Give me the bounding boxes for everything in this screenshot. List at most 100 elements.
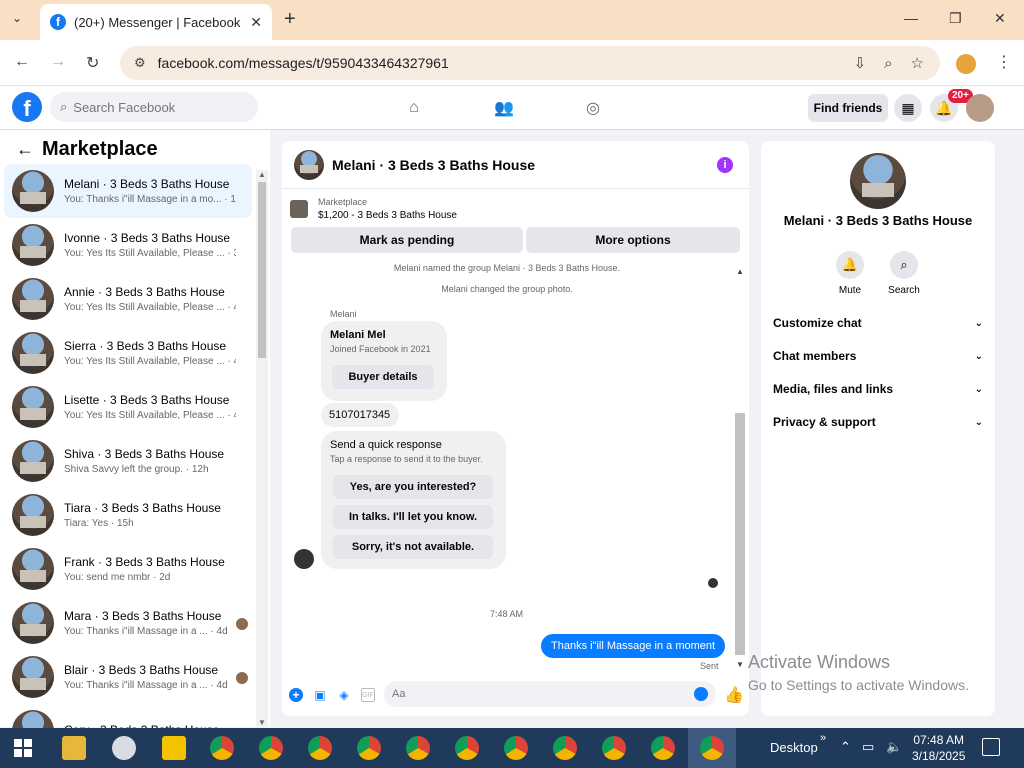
app-icon[interactable] [112,736,136,760]
chrome-icon[interactable] [357,736,381,760]
browser-tab-messenger[interactable]: f (20+) Messenger | Facebook ✕ [40,4,272,40]
conversation-preview: You: Thanks i"ill Massage in a ... · 4d [64,680,228,691]
sticker-icon[interactable]: ◈ [337,688,351,702]
menu-grid-icon[interactable]: ▦ [894,94,922,122]
conversation-item[interactable]: Ivonne · 3 Beds 3 Baths House You: Yes It… [4,218,252,272]
chat-members-section[interactable]: Chat members ⌄ [773,345,983,367]
conversation-item[interactable]: Frank · 3 Beds 3 Baths House You: send me… [4,542,252,596]
chat-scroll-down-icon[interactable]: ▼ [736,660,744,669]
profile-avatar-icon[interactable] [956,54,976,74]
more-options-button[interactable]: More options [526,227,740,253]
mark-as-pending-button[interactable]: Mark as pending [291,227,523,253]
close-window-icon[interactable]: ✕ [994,10,1006,27]
sender-avatar [294,549,314,569]
gif-icon[interactable]: GIF [361,688,375,702]
chrome-icon[interactable] [553,736,577,760]
plus-icon[interactable]: + [289,688,303,702]
hidden-icons-chevron-icon[interactable]: ⌃ [840,739,851,755]
conversation-item[interactable]: Sierra · 3 Beds 3 Baths House You: Yes It… [4,326,252,380]
thumbs-up-icon[interactable]: 👍 [724,685,744,705]
chat-scrollbar[interactable]: ▲ ▼ [733,265,747,669]
conversation-scrollbar[interactable]: ▲ ▼ [256,170,268,727]
chrome-icon[interactable] [504,736,528,760]
chrome-icon[interactable] [602,736,626,760]
message-input-box[interactable] [384,681,716,707]
conversation-avatar [12,170,54,212]
conversation-item[interactable]: Blair · 3 Beds 3 Baths House You: Thanks … [4,650,252,704]
home-icon[interactable]: ⌂ [402,96,426,120]
active-taskbar-item[interactable] [688,728,736,768]
file-explorer-icon[interactable] [62,736,86,760]
forward-icon[interactable]: → [50,53,66,71]
chrome-icon[interactable] [259,736,283,760]
tab-search-chevron-icon[interactable]: ⌄ [12,11,22,25]
chrome-icon[interactable] [406,736,430,760]
find-friends-button[interactable]: Find friends [808,94,888,122]
notification-center-icon[interactable] [982,738,1000,756]
message-input[interactable] [392,688,682,700]
sticky-notes-icon[interactable] [162,736,186,760]
marketplace-title: Marketplace [42,138,158,160]
toolbar-expand-icon[interactable]: » [820,732,826,744]
close-tab-icon[interactable]: ✕ [250,14,262,31]
chat-scroll-up-icon[interactable]: ▲ [736,267,744,276]
seen-avatar [236,618,248,630]
minimize-icon[interactable]: — [904,10,918,26]
customize-chat-section[interactable]: Customize chat ⌄ [773,312,983,334]
browser-menu-icon[interactable]: ⋮ [996,52,1012,72]
quick-response-interested[interactable]: Yes, are you interested? [333,475,493,499]
chat-scrollbar-thumb[interactable] [735,413,745,655]
search-chat-button[interactable]: ⌕ Search [879,251,929,296]
address-bar[interactable]: ⚙ facebook.com/messages/t/95904334643279… [120,46,940,80]
buyer-details-button[interactable]: Buyer details [332,365,434,389]
install-app-icon[interactable]: ⇩ [854,54,867,72]
chat-avatar[interactable] [294,149,324,180]
clock[interactable]: 07:48 AM 3/18/2025 [912,732,965,764]
chrome-icon[interactable] [308,736,332,760]
photo-icon[interactable]: ▣ [313,688,327,702]
desktop-toolbar-label[interactable]: Desktop [770,740,818,755]
conversation-item[interactable]: Lisette · 3 Beds 3 Baths House You: Yes I… [4,380,252,434]
account-avatar[interactable] [966,94,994,122]
chrome-icon[interactable] [210,736,234,760]
zoom-icon[interactable]: ⌕ [884,55,892,72]
conversation-text: Shiva · 3 Beds 3 Baths House Shiva Savvy … [64,447,236,475]
chrome-icon[interactable] [651,736,675,760]
conversation-name: Blair · 3 Beds 3 Baths House [64,663,219,677]
mute-button[interactable]: 🔔 Mute [825,251,875,296]
scrollbar-thumb[interactable] [258,182,266,358]
facebook-logo-icon[interactable]: f [12,92,42,122]
chat-title[interactable]: Melani · 3 Beds 3 Baths House [332,157,535,173]
quick-response-in-talks[interactable]: In talks. I'll let you know. [333,505,493,529]
conversation-item[interactable]: Mara · 3 Beds 3 Baths House You: Thanks i… [4,596,252,650]
conversation-item[interactable]: Annie · 3 Beds 3 Baths House You: Yes Its… [4,272,252,326]
network-icon[interactable]: ▭ [862,739,874,755]
media-files-links-section[interactable]: Media, files and links ⌄ [773,378,983,400]
bookmark-star-icon[interactable]: ☆ [911,54,924,72]
phone-number: 5107017345 [329,409,391,421]
site-info-icon[interactable]: ⚙ [134,55,146,71]
emoji-icon[interactable] [694,687,708,701]
privacy-support-section[interactable]: Privacy & support ⌄ [773,411,983,433]
group-avatar[interactable] [850,153,906,209]
restore-icon[interactable]: ❐ [949,10,962,27]
quick-response-not-available[interactable]: Sorry, it's not available. [333,535,493,559]
volume-icon[interactable]: 🔈 [886,739,902,755]
windows-start-icon[interactable] [14,739,32,757]
chrome-icon[interactable] [455,736,479,760]
back-icon[interactable]: ← [14,53,30,71]
facebook-search-input[interactable] [73,99,244,115]
facebook-search[interactable]: ⌕ [50,92,258,122]
conversation-item[interactable]: Shiva · 3 Beds 3 Baths House Shiva Savvy … [4,434,252,488]
listing-summary[interactable]: Marketplace $1,200 - 3 Beds 3 Baths Hous… [290,197,457,221]
new-tab-icon[interactable]: + [284,8,296,31]
groups-icon[interactable]: ◎ [581,96,605,120]
back-arrow-icon[interactable]: ← [16,139,34,160]
scroll-down-icon[interactable]: ▼ [258,718,266,727]
info-icon[interactable]: i [717,157,733,173]
scroll-up-icon[interactable]: ▲ [258,170,266,179]
conversation-item[interactable]: Melani · 3 Beds 3 Baths House You: Thanks… [4,164,252,218]
reload-icon[interactable]: ↻ [86,53,99,73]
friends-icon[interactable]: 👥 [492,96,516,120]
conversation-item[interactable]: Tiara · 3 Beds 3 Baths House Tiara: Yes ·… [4,488,252,542]
